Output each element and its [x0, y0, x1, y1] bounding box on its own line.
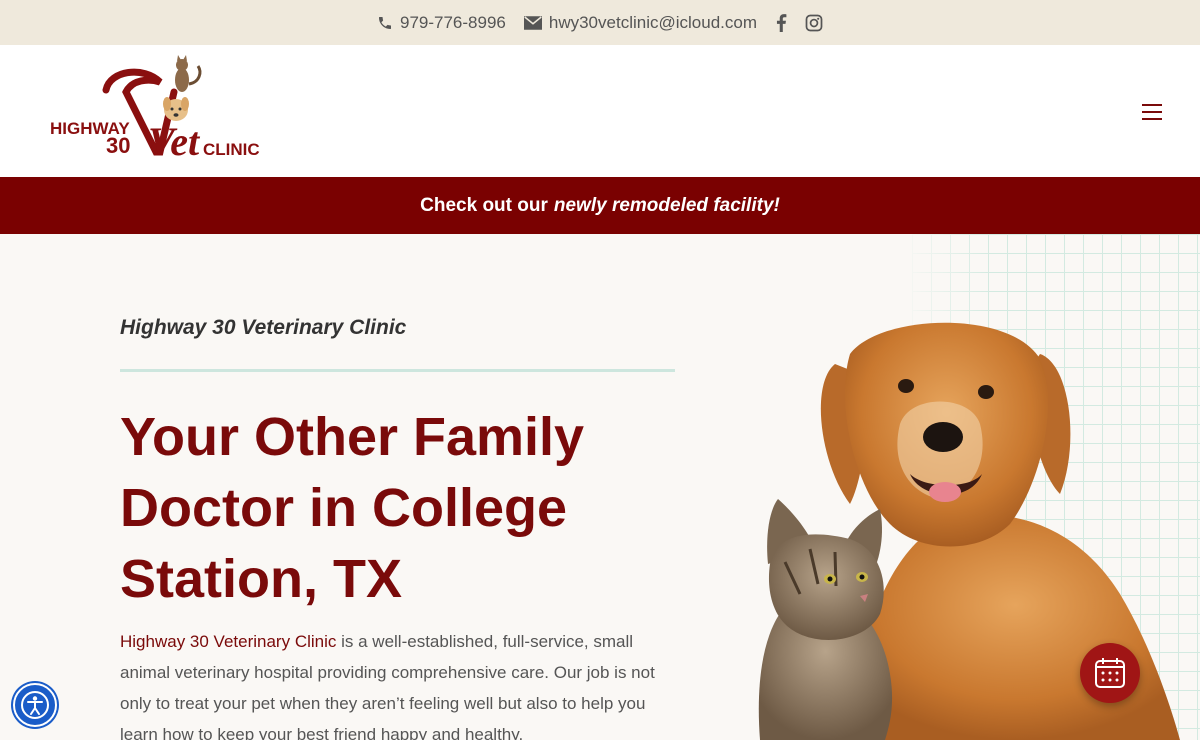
promo-text: Check out our [420, 194, 548, 216]
phone-number: 979-776-8996 [400, 12, 506, 32]
phone-icon [379, 16, 391, 29]
clinic-name-link[interactable]: Highway 30 Veterinary Clinic [120, 632, 336, 651]
instagram-link[interactable] [805, 14, 823, 32]
hero-section: Highway 30 Veterinary Clinic Your Other … [0, 234, 1200, 740]
headline-line: Doctor in College [120, 478, 568, 538]
email-link[interactable]: hwy30vetclinic@icloud.com [523, 12, 757, 33]
contact-bar: 979-776-8996 hwy30vetclinic@icloud.com [0, 0, 1200, 45]
calendar-icon [1095, 658, 1125, 688]
logo-word-vet: Vet [148, 119, 201, 164]
accessibility-icon [21, 691, 49, 719]
promo-banner: Check out our newly remodeled facility! [0, 177, 1200, 234]
headline-line: Station, TX [120, 549, 402, 609]
hero-intro: Highway 30 Veterinary Clinic is a well-e… [120, 626, 680, 740]
hero-eyebrow: Highway 30 Veterinary Clinic [120, 316, 407, 339]
appointment-button[interactable] [1080, 643, 1140, 703]
headline-line: Your Other Family [120, 407, 585, 467]
email-address: hwy30vetclinic@icloud.com [548, 12, 757, 32]
hamburger-icon [1142, 104, 1162, 106]
instagram-icon [805, 14, 823, 31]
hero-headline: Your Other Family Doctor in College Stat… [120, 402, 680, 615]
facility-link[interactable]: newly remodeled facility! [554, 195, 780, 217]
facebook-icon [776, 13, 787, 32]
accessibility-button[interactable] [13, 683, 57, 727]
site-header: HIGHWAY 30 Vet CLINIC [0, 45, 1200, 177]
envelope-icon [523, 15, 542, 30]
menu-toggle-button[interactable] [1138, 104, 1166, 126]
facebook-link[interactable] [775, 13, 787, 32]
phone-link[interactable]: 979-776-8996 [377, 13, 506, 33]
logo-word-clinic: CLINIC [203, 140, 260, 159]
site-logo[interactable]: HIGHWAY 30 Vet CLINIC [48, 52, 270, 164]
logo-number: 30 [106, 133, 130, 158]
hero-divider [120, 369, 675, 372]
